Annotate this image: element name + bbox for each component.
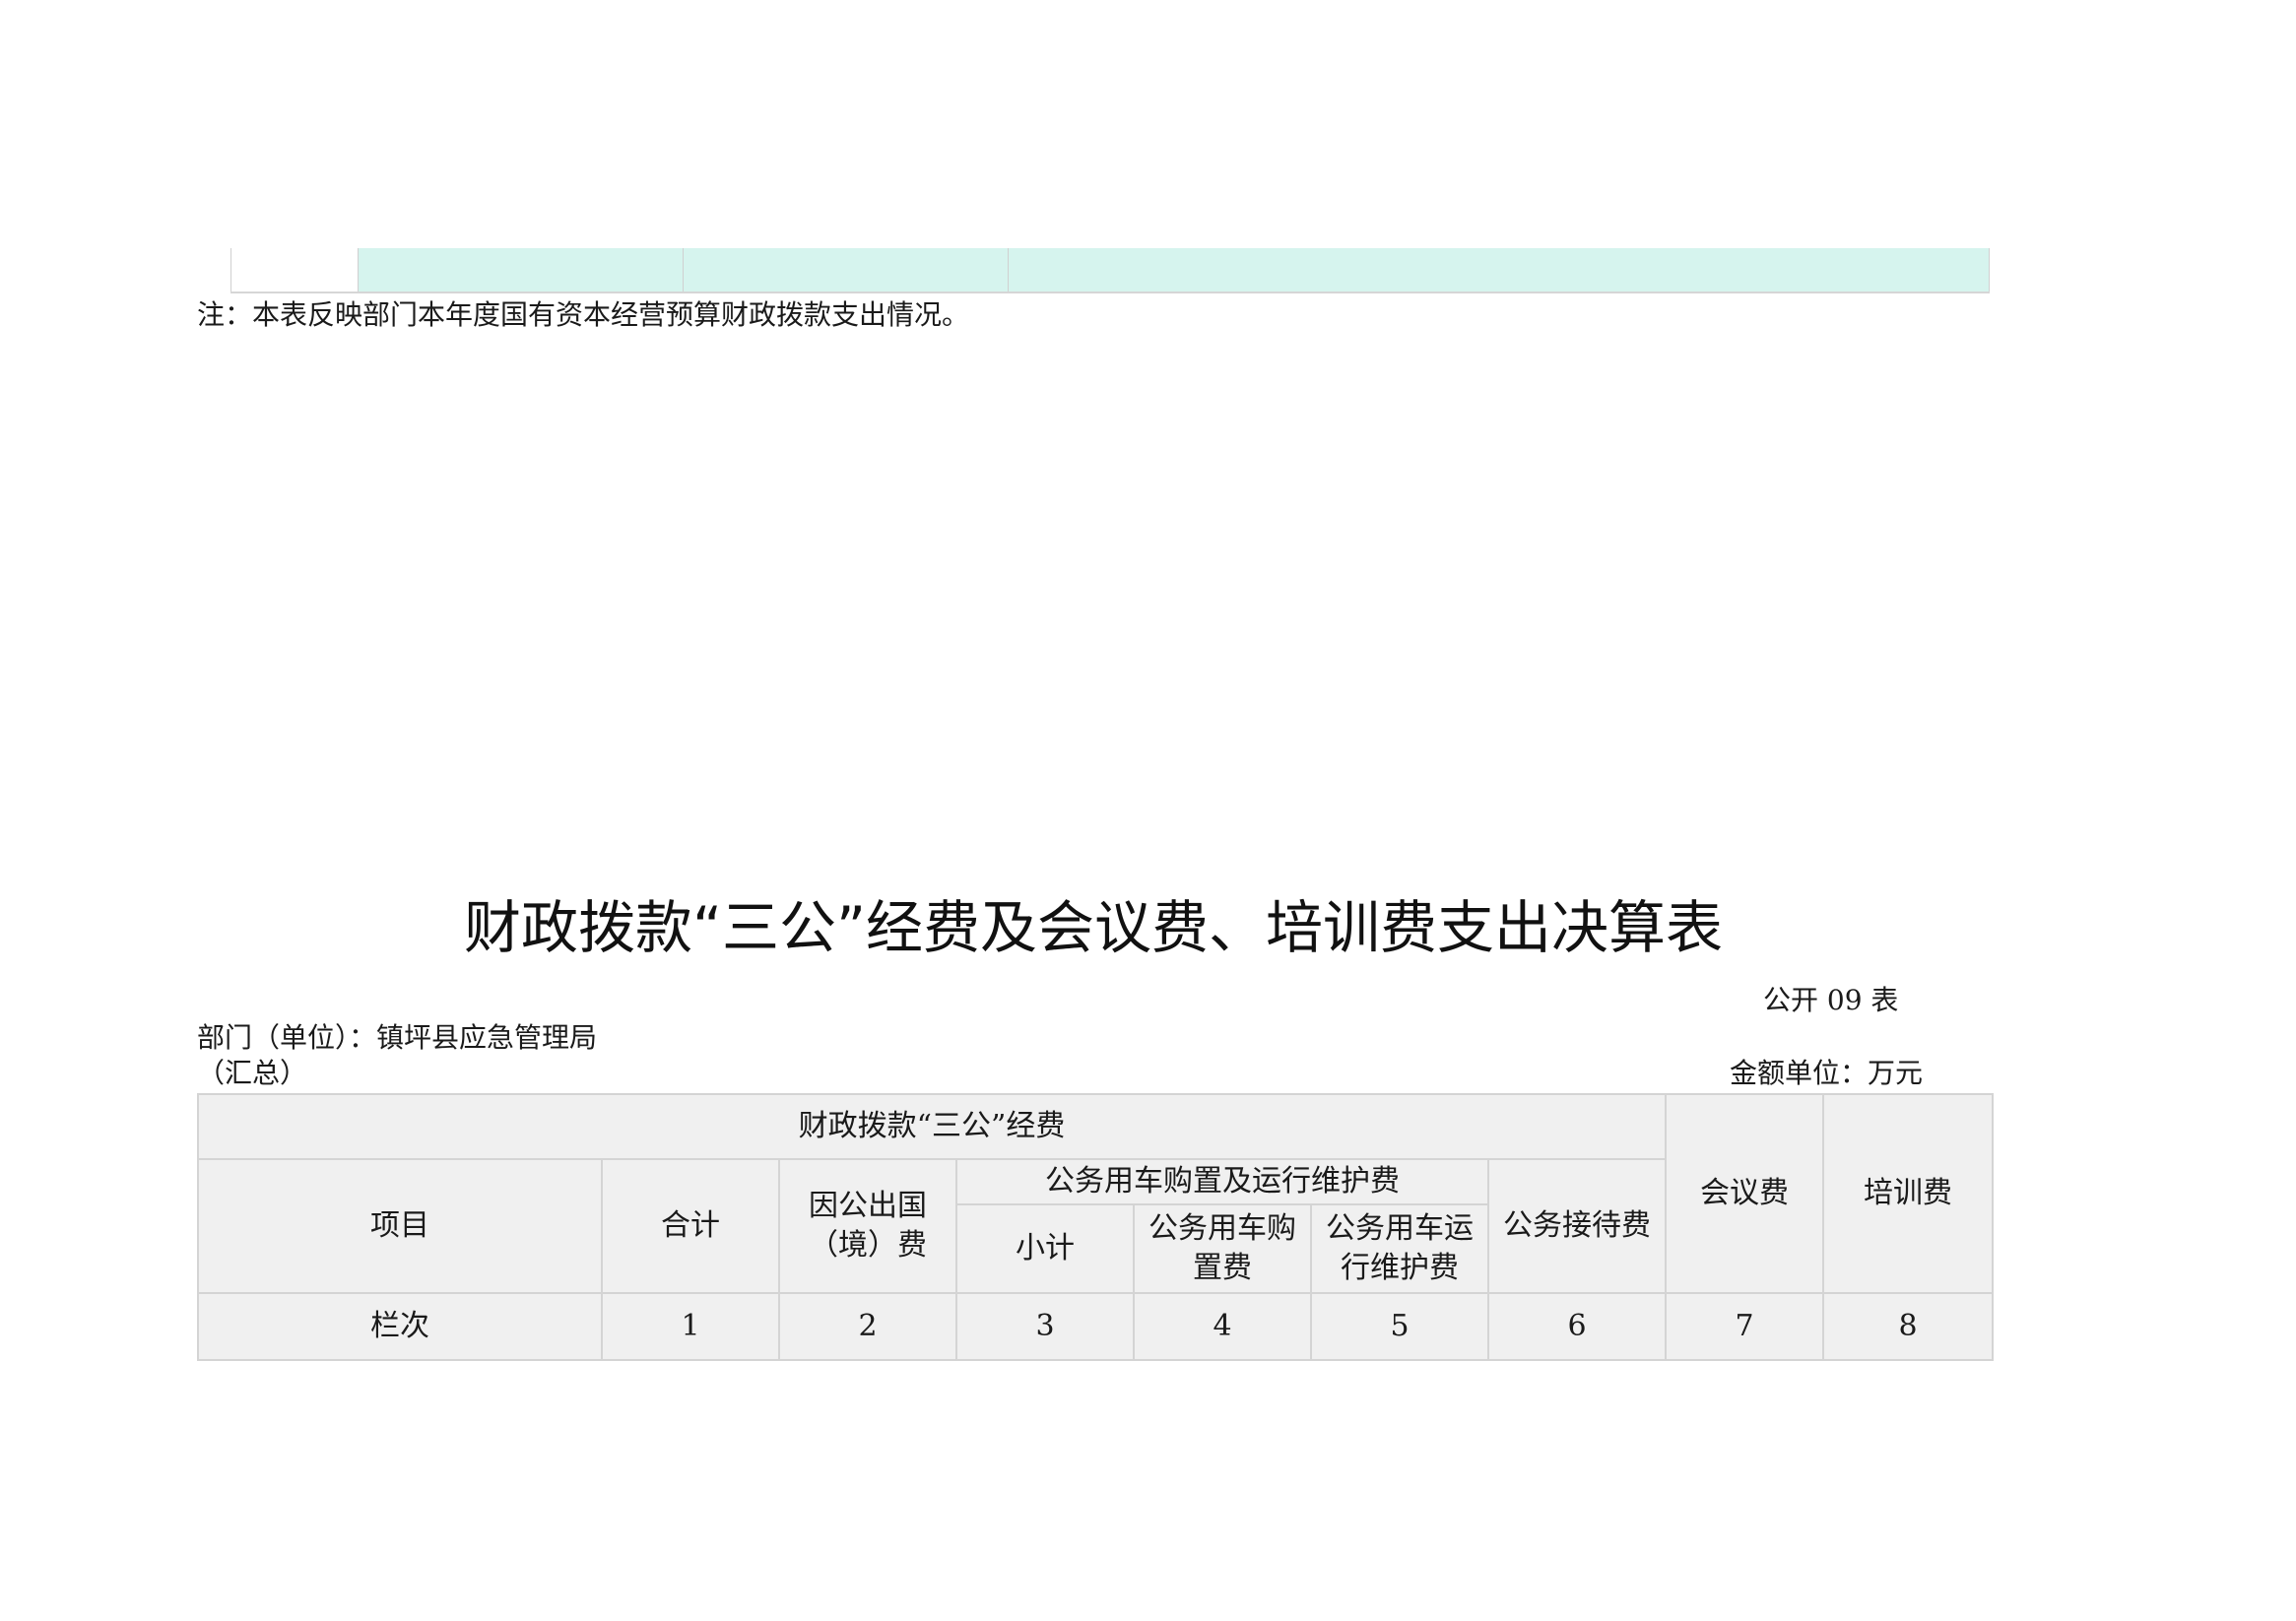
table-note: 注：本表反映部门本年度国有资本经营预算财政拨款支出情况。	[197, 298, 970, 331]
header-project: 项目	[197, 1158, 603, 1294]
column-number: 4	[1133, 1292, 1312, 1361]
column-number: 7	[1665, 1292, 1825, 1361]
header-training-fee: 培训费	[1822, 1093, 1995, 1294]
column-number: 1	[601, 1292, 780, 1361]
header-three-public-expenses: 财政拨款“三公”经费	[196, 1093, 1668, 1160]
previous-table-cell	[684, 248, 1009, 292]
previous-table-cell	[1009, 248, 1990, 292]
header-vehicle-group: 公务用车购置及运行维护费	[955, 1158, 1489, 1205]
header-meeting-fee: 会议费	[1665, 1093, 1825, 1294]
header-abroad-fee: 因公出国（境）费	[778, 1158, 957, 1294]
expenditure-table: 财政拨款“三公”经费 会议费 培训费 项目 合计 因公出国（境）费 公务用车购置…	[196, 1093, 1995, 1361]
row-label: 栏次	[197, 1292, 603, 1361]
previous-table-last-row	[230, 248, 1990, 293]
column-number: 6	[1486, 1292, 1668, 1361]
column-number: 5	[1310, 1292, 1489, 1361]
column-number: 8	[1822, 1292, 1995, 1361]
header-vehicle-purchase: 公务用车购置费	[1133, 1203, 1312, 1294]
header-total: 合计	[601, 1158, 780, 1294]
previous-table-cell	[230, 248, 359, 292]
amount-unit: 金额单位：万元	[1730, 1057, 1924, 1089]
department-label: 部门（单位）：镇坪县应急管理局	[197, 1021, 598, 1054]
column-number-row: 栏次 1 2 3 4 5 6 7 8	[197, 1292, 1995, 1361]
header-reception-fee: 公务接待费	[1486, 1158, 1668, 1294]
header-row-1: 财政拨款“三公”经费 会议费 培训费	[196, 1093, 1995, 1294]
header-subtotal: 小计	[955, 1203, 1135, 1294]
previous-table-cell	[359, 248, 684, 292]
summary-label: （汇总）	[197, 1057, 308, 1089]
column-number: 2	[778, 1292, 957, 1361]
header-vehicle-operation: 公务用车运行维护费	[1310, 1203, 1489, 1294]
form-number: 公开 09 表	[1763, 984, 1899, 1016]
page-title: 财政拨款“三公”经费及会议费、培训费支出决算表	[463, 894, 1724, 961]
column-number: 3	[955, 1292, 1135, 1361]
